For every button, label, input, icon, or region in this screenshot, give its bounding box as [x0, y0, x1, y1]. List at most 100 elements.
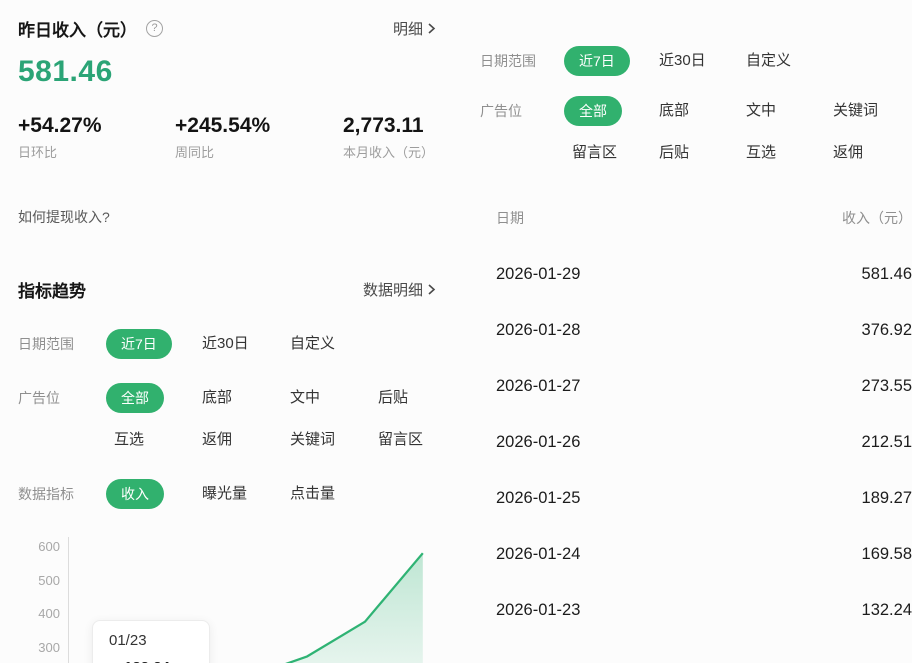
- yesterday-income-panel: 昨日收入（元） ? 明细 581.46 +54.27% 日环比+245.54% 周同…: [0, 0, 458, 663]
- filter-option-selected[interactable]: 近7日: [106, 329, 172, 359]
- data-detail-link[interactable]: 数据明细: [363, 279, 436, 300]
- filter-option[interactable]: 返佣: [194, 425, 282, 455]
- table-row: 2026-01-25 189.27: [496, 470, 912, 526]
- stat-label: 周同比: [175, 145, 343, 161]
- filter-options: 全部底部文中关键词留言区后贴互选返佣: [564, 96, 912, 168]
- yesterday-amount: 581.46: [18, 54, 458, 90]
- table-cell-date: 2026-01-25: [496, 489, 580, 508]
- stat-label: 日环比: [18, 145, 175, 161]
- stat: 2,773.11 本月收入（元）: [343, 114, 434, 161]
- filter-option[interactable]: 留言区: [370, 425, 458, 455]
- table-cell-income: 189.27: [862, 489, 912, 508]
- chevron-right-icon: [427, 283, 436, 296]
- filter-option[interactable]: 互选: [738, 138, 825, 168]
- table-row: 2026-01-23 132.24: [496, 582, 912, 638]
- filter-option[interactable]: 曝光量: [194, 479, 282, 509]
- chart-y-axis: [68, 537, 69, 663]
- stat-value: +54.27%: [18, 114, 175, 138]
- filter-options: 全部底部文中后贴互选返佣关键词留言区: [106, 383, 458, 455]
- income-table: 日期 收入（元） 2026-01-29 581.46 2026-01-28 376.9…: [480, 208, 912, 638]
- column-header-date: 日期: [496, 208, 524, 228]
- filter-label: 数据指标: [18, 479, 106, 509]
- filter-option[interactable]: 后贴: [370, 383, 458, 413]
- filter-option[interactable]: 底部: [194, 383, 282, 413]
- table-cell-income: 212.51: [862, 433, 912, 452]
- y-tick-label: 600: [16, 539, 60, 555]
- chevron-right-icon: [427, 22, 436, 35]
- table-row: 2026-01-29 581.46: [496, 246, 912, 302]
- filter-option[interactable]: 返佣: [825, 138, 912, 168]
- trend-header: 指标趋势 数据明细: [18, 277, 458, 301]
- table-row: 2026-01-24 169.58: [496, 526, 912, 582]
- filter-options: 收入曝光量点击量: [106, 479, 458, 509]
- filter-option[interactable]: 文中: [738, 96, 825, 126]
- filter-option[interactable]: 近30日: [194, 329, 282, 359]
- filter-label: 广告位: [18, 383, 106, 455]
- y-tick-label: 500: [16, 573, 60, 589]
- filter-option[interactable]: 近30日: [651, 46, 738, 76]
- filter-row: 广告位全部底部文中后贴互选返佣关键词留言区: [18, 383, 458, 455]
- filter-option[interactable]: 文中: [282, 383, 370, 413]
- table-cell-income: 169.58: [862, 545, 912, 564]
- tooltip-date: 01/23: [109, 631, 193, 651]
- filter-option[interactable]: 自定义: [738, 46, 825, 76]
- yesterday-income-header: 昨日收入（元） ? 明细: [18, 16, 458, 40]
- trend-title: 指标趋势: [18, 277, 86, 302]
- stat-value: 2,773.11: [343, 114, 434, 138]
- table-body: 2026-01-29581.462026-01-28376.922026-01-…: [496, 246, 912, 638]
- y-tick-label: 300: [16, 640, 60, 656]
- chart-tooltip: 01/23 132.24: [92, 620, 210, 663]
- table-cell-date: 2026-01-28: [496, 321, 580, 340]
- table-cell-income: 581.46: [862, 265, 912, 284]
- data-detail-link-label: 数据明细: [363, 279, 423, 300]
- filter-option[interactable]: 关键词: [825, 96, 912, 126]
- filter-label: 日期范围: [480, 46, 564, 76]
- table-cell-date: 2026-01-27: [496, 377, 580, 396]
- filter-option-selected[interactable]: 全部: [106, 383, 164, 413]
- filter-option-selected[interactable]: 近7日: [564, 46, 630, 76]
- filter-options: 近7日近30日自定义: [564, 46, 912, 76]
- yesterday-income-title: 昨日收入（元）: [18, 16, 137, 41]
- income-trend-chart: 300400500600 01/23 132.24: [0, 532, 462, 663]
- table-cell-date: 2026-01-23: [496, 601, 580, 620]
- help-icon[interactable]: ?: [146, 20, 163, 37]
- table-row: 2026-01-28 376.92: [496, 302, 912, 358]
- stats-row: +54.27% 日环比+245.54% 周同比2,773.11 本月收入（元）: [18, 114, 458, 161]
- filter-row: 广告位全部底部文中关键词留言区后贴互选返佣: [480, 96, 912, 168]
- table-row: 2026-01-26212.51: [496, 414, 912, 470]
- table-cell-date: 2026-01-24: [496, 545, 580, 564]
- filter-option[interactable]: 自定义: [282, 329, 370, 359]
- table-row: 2026-01-27 273.55: [496, 358, 912, 414]
- filter-option-selected[interactable]: 收入: [106, 479, 164, 509]
- filter-label: 广告位: [480, 96, 564, 168]
- filter-option[interactable]: 底部: [651, 96, 738, 126]
- filter-row: 日期范围近7日近30日自定义: [480, 46, 912, 76]
- income-detail-panel: 日期范围近7日近30日自定义广告位全部底部文中关键词留言区后贴互选返佣 日期 收…: [458, 0, 912, 663]
- stat-value: +245.54%: [175, 114, 343, 138]
- filter-option[interactable]: 后贴: [651, 138, 738, 168]
- ad-revenue-dashboard: 昨日收入（元） ? 明细 581.46 +54.27% 日环比+245.54% 周同…: [0, 0, 912, 663]
- tooltip-value: 132.24: [124, 659, 170, 663]
- trend-filters: 日期范围近7日近30日自定义广告位全部底部文中后贴互选返佣关键词留言区数据指标收…: [18, 329, 458, 509]
- table-cell-income: 132.24: [862, 601, 912, 620]
- table-header: 日期 收入（元）: [496, 208, 912, 228]
- stat: +245.54% 周同比: [175, 114, 343, 161]
- filter-option[interactable]: 互选: [106, 425, 194, 455]
- detail-link[interactable]: 明细: [393, 18, 436, 39]
- table-cell-date: 2026-01-29: [496, 265, 580, 284]
- filter-options: 近7日近30日自定义: [106, 329, 458, 359]
- stat: +54.27% 日环比: [18, 114, 175, 161]
- filter-option[interactable]: 点击量: [282, 479, 370, 509]
- filter-row: 日期范围近7日近30日自定义: [18, 329, 458, 359]
- stat-label: 本月收入（元）: [343, 145, 434, 161]
- withdraw-help-link[interactable]: 如何提现收入?: [18, 207, 110, 227]
- filter-option-selected[interactable]: 全部: [564, 96, 622, 126]
- filter-option[interactable]: 留言区: [564, 138, 651, 168]
- filter-option[interactable]: 关键词: [282, 425, 370, 455]
- detail-filters: 日期范围近7日近30日自定义广告位全部底部文中关键词留言区后贴互选返佣: [480, 46, 912, 168]
- column-header-income: 收入（元）: [842, 208, 912, 228]
- table-cell-income: 273.55: [862, 377, 912, 396]
- table-cell-income: 376.92: [862, 321, 912, 340]
- filter-row: 数据指标收入曝光量点击量: [18, 479, 458, 509]
- detail-link-label: 明细: [393, 18, 423, 39]
